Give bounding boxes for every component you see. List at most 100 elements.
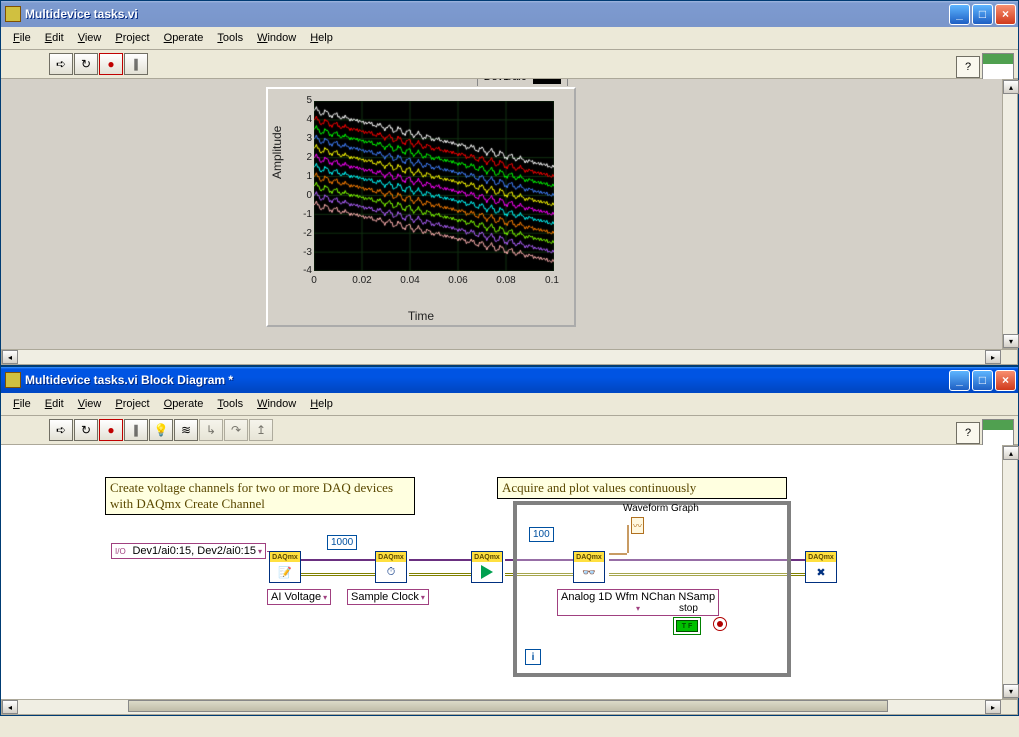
- while-loop[interactable]: 100 Waveform Graph 〰 DAQmx👓 Analog 1D Wf…: [513, 501, 791, 677]
- samples-constant[interactable]: 100: [529, 527, 554, 542]
- timing-selector[interactable]: Sample Clock: [347, 589, 429, 605]
- menubar: File Edit View Project Operate Tools Win…: [1, 27, 1018, 50]
- menu-project[interactable]: Project: [109, 396, 155, 412]
- scroll-track[interactable]: [1003, 460, 1017, 684]
- scroll-right-button[interactable]: ▸: [985, 350, 1001, 364]
- y-tick: 3: [298, 133, 312, 144]
- run-continuous-button[interactable]: ↻: [74, 53, 98, 75]
- front-panel: Dev1/ai0 Amplitude Time 5 4 3 2 1 0 -1 -…: [1, 79, 1018, 349]
- scroll-track[interactable]: [18, 700, 985, 714]
- plot-legend[interactable]: Dev1/ai0: [477, 79, 568, 86]
- scroll-right-button[interactable]: ▸: [985, 700, 1001, 714]
- daqmx-clear-task[interactable]: DAQmx✖: [805, 551, 837, 583]
- context-help-button[interactable]: ?: [956, 56, 980, 78]
- daqmx-timing[interactable]: DAQmx⏱: [375, 551, 407, 583]
- menu-file[interactable]: File: [7, 396, 37, 412]
- menu-project[interactable]: Project: [109, 30, 155, 46]
- menu-help[interactable]: Help: [304, 30, 339, 46]
- close-button[interactable]: ×: [995, 370, 1016, 391]
- waveform-graph[interactable]: Dev1/ai0 Amplitude Time 5 4 3 2 1 0 -1 -…: [266, 87, 576, 327]
- scroll-left-button[interactable]: ◂: [2, 700, 18, 714]
- scroll-up-button[interactable]: ▴: [1003, 446, 1019, 460]
- context-help-button[interactable]: ?: [956, 422, 980, 444]
- scroll-track[interactable]: [1003, 94, 1017, 334]
- y-tick: -1: [298, 209, 312, 220]
- maximize-button[interactable]: □: [972, 370, 993, 391]
- daqmx-start-task[interactable]: DAQmx: [471, 551, 503, 583]
- stop-button-terminal[interactable]: T F: [673, 617, 701, 635]
- scroll-thumb[interactable]: [128, 700, 888, 712]
- scroll-down-button[interactable]: ▾: [1003, 334, 1019, 348]
- vi-file-icon: [5, 372, 21, 388]
- toolbar: ➪ ↻ ● ∥ ?: [1, 50, 1018, 79]
- titlebar[interactable]: Multidevice tasks.vi Block Diagram * _ □…: [1, 367, 1018, 393]
- minimize-button[interactable]: _: [949, 370, 970, 391]
- y-tick: 4: [298, 114, 312, 125]
- menu-edit[interactable]: Edit: [39, 30, 70, 46]
- titlebar[interactable]: Multidevice tasks.vi _ □ ×: [1, 1, 1018, 27]
- menu-file[interactable]: File: [7, 30, 37, 46]
- highlight-button[interactable]: 💡: [149, 419, 173, 441]
- stop-label: stop: [679, 603, 698, 614]
- legend-label: Dev1/ai0: [484, 79, 527, 83]
- scroll-corner: [1001, 700, 1017, 714]
- iteration-terminal: i: [525, 649, 541, 665]
- daqmx-read[interactable]: DAQmx👓: [573, 551, 605, 583]
- block-diagram: Create voltage channels for two or more …: [1, 445, 1018, 699]
- vertical-scrollbar[interactable]: ▴ ▾: [1002, 79, 1018, 349]
- run-button[interactable]: ➪: [49, 53, 73, 75]
- scroll-track[interactable]: [18, 350, 985, 364]
- create-channel-selector[interactable]: AI Voltage: [267, 589, 331, 605]
- x-axis-label: Time: [408, 309, 434, 323]
- menu-view[interactable]: View: [72, 396, 108, 412]
- wire-task: [409, 559, 471, 561]
- menu-view[interactable]: View: [72, 30, 108, 46]
- scroll-down-button[interactable]: ▾: [1003, 684, 1019, 698]
- scroll-left-button[interactable]: ◂: [2, 350, 18, 364]
- menu-operate[interactable]: Operate: [158, 396, 210, 412]
- physical-channels-constant[interactable]: I/O Dev1/ai0:15, Dev2/ai0:15: [111, 543, 266, 559]
- loop-condition-terminal[interactable]: [713, 617, 727, 634]
- close-button[interactable]: ×: [995, 4, 1016, 25]
- menu-edit[interactable]: Edit: [39, 396, 70, 412]
- abort-button[interactable]: ●: [99, 419, 123, 441]
- comment-create-channels[interactable]: Create voltage channels for two or more …: [105, 477, 415, 515]
- menubar: File Edit View Project Operate Tools Win…: [1, 393, 1018, 416]
- run-button[interactable]: ➪: [49, 419, 73, 441]
- vi-connector-icon[interactable]: [982, 53, 1014, 81]
- run-continuous-button[interactable]: ↻: [74, 419, 98, 441]
- x-tick: 0: [311, 275, 317, 286]
- rate-constant[interactable]: 1000: [327, 535, 357, 550]
- menu-operate[interactable]: Operate: [158, 30, 210, 46]
- menu-help[interactable]: Help: [304, 396, 339, 412]
- pause-button[interactable]: ∥: [124, 53, 148, 75]
- scroll-up-button[interactable]: ▴: [1003, 80, 1019, 94]
- comment-acquire-plot[interactable]: Acquire and plot values continuously: [497, 477, 787, 499]
- wire-error: [301, 573, 375, 576]
- waveform-graph-terminal[interactable]: 〰: [631, 517, 644, 534]
- x-tick: 0.02: [352, 275, 371, 286]
- block-diagram-window: Multidevice tasks.vi Block Diagram * _ □…: [0, 366, 1019, 716]
- menu-tools[interactable]: Tools: [211, 396, 249, 412]
- menu-window[interactable]: Window: [251, 396, 302, 412]
- step-into-button[interactable]: ↳: [199, 419, 223, 441]
- y-tick: -3: [298, 247, 312, 258]
- vi-connector-icon[interactable]: [982, 419, 1014, 447]
- maximize-button[interactable]: □: [972, 4, 993, 25]
- horizontal-scrollbar[interactable]: ◂ ▸: [1, 349, 1018, 365]
- horizontal-scrollbar[interactable]: ◂ ▸: [1, 699, 1018, 715]
- step-out-button[interactable]: ↥: [249, 419, 273, 441]
- minimize-button[interactable]: _: [949, 4, 970, 25]
- scroll-corner: [1001, 350, 1017, 364]
- menu-tools[interactable]: Tools: [211, 30, 249, 46]
- abort-button[interactable]: ●: [99, 53, 123, 75]
- vertical-scrollbar[interactable]: ▴ ▾: [1002, 445, 1018, 699]
- daqmx-create-channel[interactable]: DAQmx📝: [269, 551, 301, 583]
- pause-button[interactable]: ∥: [124, 419, 148, 441]
- plot-area: [314, 101, 554, 271]
- step-over-button[interactable]: ↷: [224, 419, 248, 441]
- y-tick: 0: [298, 190, 312, 201]
- menu-window[interactable]: Window: [251, 30, 302, 46]
- retain-wire-button[interactable]: ≋: [174, 419, 198, 441]
- toolbar: ➪ ↻ ● ∥ 💡 ≋ ↳ ↷ ↥ ?: [1, 416, 1018, 445]
